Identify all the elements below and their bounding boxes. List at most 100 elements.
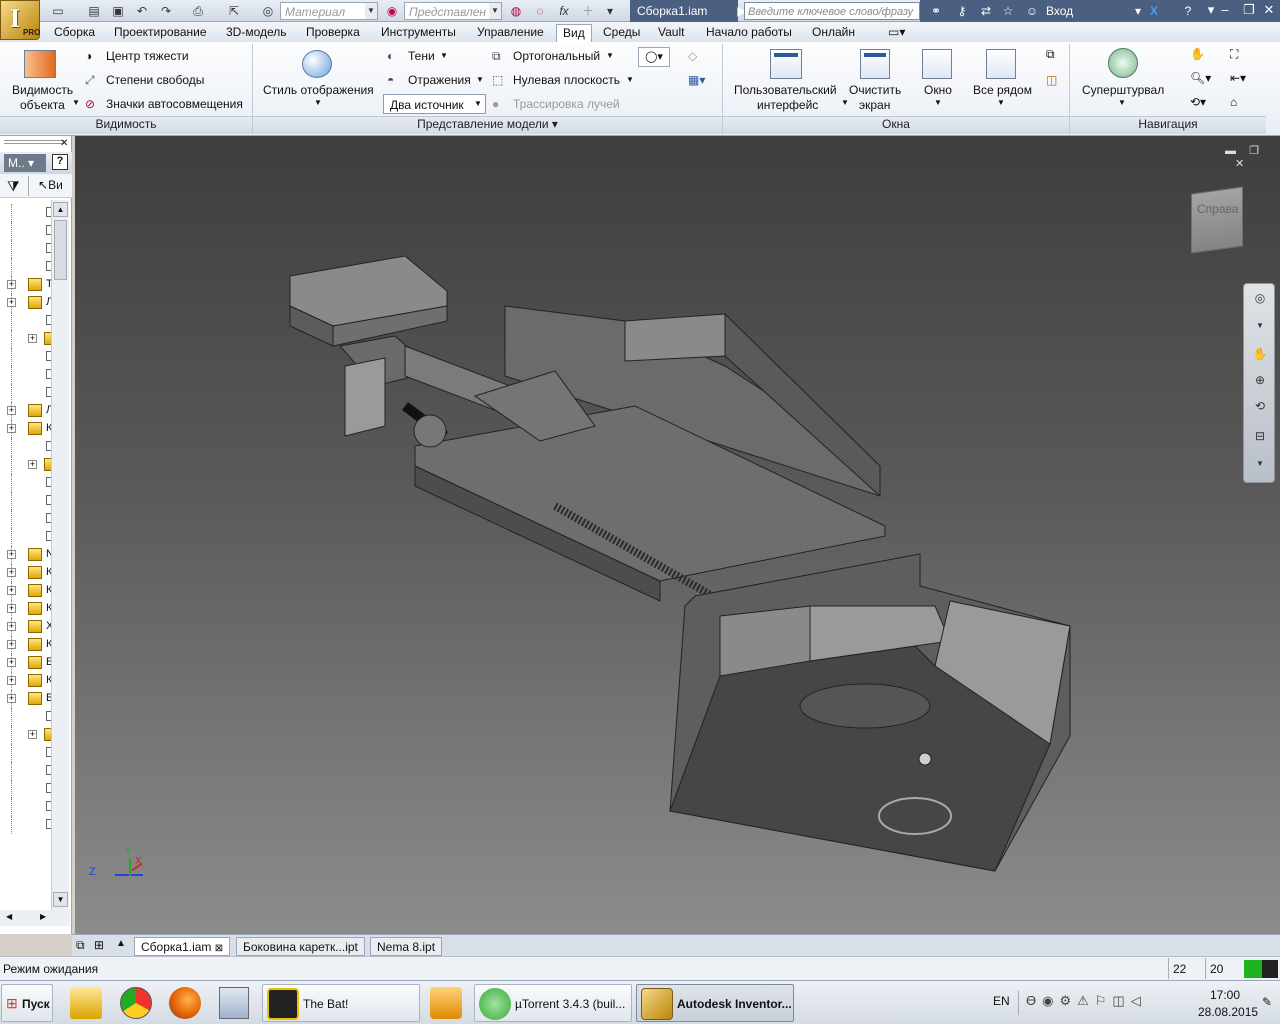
chevron-down-icon[interactable]: ▼ [934, 98, 942, 107]
close-icon[interactable]: ✕ [1235, 158, 1244, 170]
open-documents-icon[interactable]: ▲ [116, 938, 126, 949]
texture-icon[interactable]: ◇ [688, 49, 697, 63]
expand-icon[interactable]: + [28, 334, 37, 343]
zoom-icon[interactable]: 🔍︎▾ [1190, 71, 1211, 85]
print-icon[interactable]: ⎙ [190, 3, 206, 19]
center-of-gravity-button[interactable]: Центр тяжести [106, 49, 189, 63]
tree-node[interactable] [0, 528, 51, 546]
minimize-icon[interactable]: ▬ [1225, 145, 1236, 157]
tree-node[interactable] [0, 348, 51, 366]
tree-node[interactable]: + Т [0, 276, 51, 294]
clean-screen-button-1[interactable]: Очистить [849, 83, 901, 97]
representation-select[interactable]: Представлен ▼ [404, 2, 502, 20]
tree-node[interactable]: + Л [0, 294, 51, 312]
cascade-windows-icon[interactable]: ⊞ [94, 938, 104, 952]
star-icon[interactable]: ☆ [1000, 3, 1016, 19]
new-icon[interactable]: ▭ [50, 3, 66, 19]
environment-icon[interactable]: ◯▾ [638, 47, 670, 67]
tile-icon[interactable] [986, 49, 1016, 79]
tree-node[interactable] [0, 474, 51, 492]
degrees-of-freedom-button[interactable]: Степени свободы [106, 73, 204, 87]
expand-icon[interactable]: + [7, 280, 16, 289]
tree-node[interactable] [0, 438, 51, 456]
ray-tracing-button[interactable]: Трассировка лучей [513, 97, 620, 111]
login-link[interactable]: Вход [1046, 4, 1073, 18]
tree-node[interactable] [0, 798, 51, 816]
tree-node[interactable] [0, 762, 51, 780]
tree-node[interactable]: + Х [0, 618, 51, 636]
user-interface-icon[interactable] [770, 49, 802, 79]
system-tray-icons[interactable]: ϴ◉⚙⚠⚐◫◁ [1026, 993, 1147, 1009]
update-icon[interactable]: ◎ [260, 3, 276, 19]
expand-icon[interactable]: + [7, 298, 16, 307]
tile-windows-icon[interactable]: ⧉ [76, 938, 85, 953]
lighting-select[interactable]: Два источник ▼ [383, 94, 486, 114]
chevron-down-icon[interactable]: ▼ [314, 98, 322, 107]
save-icon[interactable]: ▣ [110, 3, 126, 19]
expand-icon[interactable]: + [7, 694, 16, 703]
tab-3d-model[interactable]: 3D-модель [220, 24, 293, 42]
tree-node[interactable]: + Б [0, 654, 51, 672]
doc-tab-part[interactable]: Боковина каретк...ipt [236, 937, 365, 956]
browser-scrollbar[interactable]: ▲ ▼ [51, 200, 69, 910]
undo-icon[interactable]: ↶ [134, 3, 150, 19]
visual-style-button[interactable]: Стиль отображения [263, 83, 374, 97]
help-icon[interactable]: ? [52, 154, 68, 170]
scroll-right-icon[interactable]: ▶ [40, 912, 46, 921]
steering-wheel-icon[interactable] [1108, 48, 1138, 78]
scroll-thumb[interactable] [54, 220, 67, 280]
parameters-icon[interactable]: fx [556, 3, 572, 19]
tree-node[interactable] [0, 366, 51, 384]
tree-node[interactable]: + [0, 456, 51, 474]
expand-icon[interactable]: + [7, 658, 16, 667]
tree-node[interactable] [0, 204, 51, 222]
tree-node[interactable] [0, 510, 51, 528]
chevron-down-icon[interactable]: ▼ [1252, 318, 1268, 334]
tab-design[interactable]: Проектирование [108, 24, 213, 42]
home-view-icon[interactable]: ⌂ [1230, 95, 1237, 109]
tree-node[interactable]: + [0, 330, 51, 348]
steering-wheel-button[interactable]: Суперштурвал [1082, 83, 1164, 97]
clock-time[interactable]: 17:00 [1210, 988, 1240, 1002]
language-indicator[interactable]: EN [993, 994, 1010, 1008]
pan-icon[interactable]: ✋ [1252, 346, 1268, 362]
tree-node[interactable]: + [0, 726, 51, 744]
exchange-icon[interactable]: ⇄ [978, 3, 994, 19]
browser-hscroll[interactable]: ◀ ▶ [0, 910, 70, 926]
user-interface-button-1[interactable]: Пользовательский [734, 83, 837, 97]
pan-icon[interactable]: ✋ [1190, 47, 1205, 61]
object-display-icon[interactable]: ▦▾ [688, 73, 705, 87]
chrome-icon[interactable] [120, 987, 152, 1019]
expand-icon[interactable]: + [7, 424, 16, 433]
tab-assembly[interactable]: Сборка [48, 24, 101, 42]
app-menu-button[interactable]: I PRO [0, 0, 40, 40]
tab-vault[interactable]: Vault [652, 24, 690, 42]
window-icon[interactable] [922, 49, 952, 79]
binoculars-icon[interactable]: ⚭ [928, 3, 944, 19]
chevron-down-icon[interactable]: ▼ [606, 51, 614, 60]
chevron-down-icon[interactable]: ▼ [72, 98, 80, 107]
tree-node[interactable]: + Б [0, 690, 51, 708]
tab-inspect[interactable]: Проверка [300, 24, 366, 42]
return-icon[interactable]: ⇱ [226, 3, 242, 19]
object-visibility-label-2[interactable]: объекта [20, 98, 65, 112]
clean-screen-button-2[interactable]: экран [859, 98, 890, 112]
tab-online[interactable]: Онлайн [806, 24, 861, 42]
browser-mode-select[interactable]: М.. ▾ [4, 154, 46, 172]
orbit-icon[interactable]: ⟲ [1252, 398, 1268, 414]
restore-icon[interactable]: ❐ [1249, 145, 1259, 157]
expand-icon[interactable]: + [7, 406, 16, 415]
chevron-down-icon[interactable]: ▾ [1130, 3, 1146, 19]
chevron-down-icon[interactable]: ▼ [841, 98, 849, 107]
chevron-down-icon[interactable]: ▼ [1118, 98, 1126, 107]
object-visibility-icon[interactable] [24, 50, 56, 78]
tree-node[interactable]: + К [0, 564, 51, 582]
tree-node[interactable] [0, 780, 51, 798]
expand-icon[interactable]: + [28, 730, 37, 739]
chevron-down-icon[interactable]: ▼ [997, 98, 1005, 107]
appearance-icon[interactable]: ◍ [508, 3, 524, 19]
look-at-icon[interactable]: ⊟ [1252, 428, 1268, 444]
firefox-icon[interactable] [169, 987, 201, 1019]
plus-icon[interactable]: ＋ [580, 3, 596, 19]
zoom-icon[interactable]: ⊕ [1252, 372, 1268, 388]
